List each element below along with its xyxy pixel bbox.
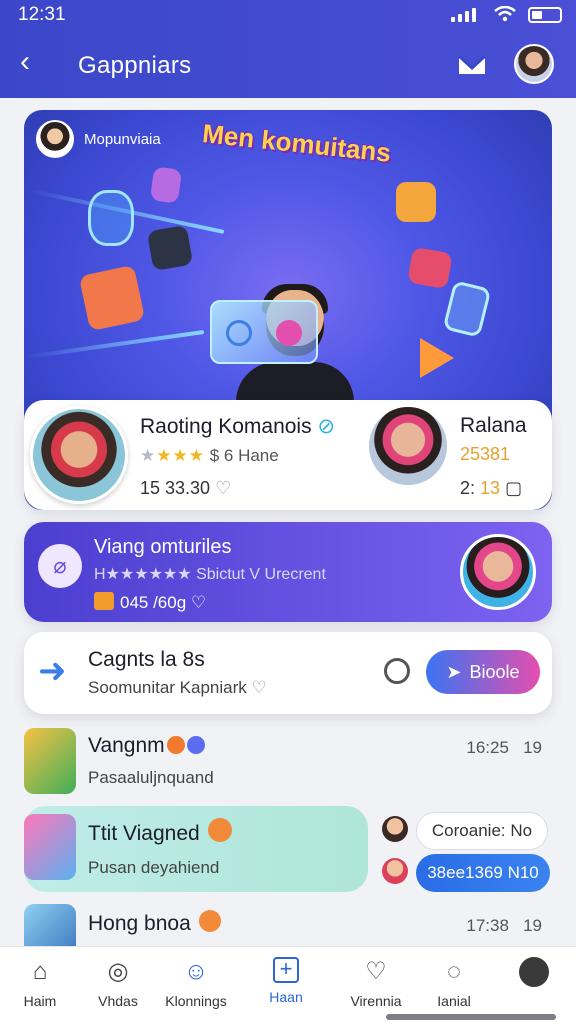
hero-headline: Men komuitans (201, 118, 393, 168)
share-arrow-icon: ➜ (38, 652, 67, 690)
status-pill[interactable]: Coroanie: No (416, 812, 548, 850)
list-thumb (24, 814, 76, 880)
promo-title: Viang omturiles (94, 536, 232, 558)
hero-creator[interactable]: Mopunviaia (36, 120, 161, 158)
triangle-icon (420, 338, 454, 378)
tab-messages[interactable]: ◌ Ianial (414, 957, 494, 1009)
link-icon: ⊘ (317, 415, 336, 438)
mail-icon[interactable] (456, 52, 488, 78)
bag-icon (396, 182, 436, 222)
grid-icon (407, 246, 453, 290)
heart-icon: ♡ (365, 958, 387, 985)
rating-row: ★★★★ $ 6 Hane (140, 446, 279, 465)
profile-avatar[interactable] (514, 44, 554, 84)
link-icon: ⌀ (38, 544, 82, 588)
message-icon: ◌ (446, 958, 462, 985)
code-pill[interactable]: 38ee1369 N10 (416, 854, 550, 892)
second-creator-value: 25381 (460, 444, 511, 464)
promo-avatar[interactable] (460, 534, 536, 610)
second-creator-stat: 2: 13 ▢ (460, 478, 523, 498)
heart-outline-icon[interactable]: ♡ (215, 478, 231, 498)
gift-icon (149, 166, 183, 204)
bird-icon: ➤ (446, 661, 462, 682)
promo-value: 045 /60g ♡ (94, 592, 206, 613)
list-subtitle: Pasaaluljnquand (88, 768, 214, 787)
list-time: 17:38 19 (466, 916, 542, 935)
second-creator-name: Ralana (460, 414, 527, 437)
creator-avatar (36, 120, 74, 158)
nav-bar: ‹ Gappniars (0, 38, 576, 94)
page-title: Gappniars (78, 52, 192, 79)
list-title: Vangnm (88, 734, 205, 758)
gamepad-icon (146, 224, 194, 272)
creator-avatar-large (30, 406, 128, 504)
profile-avatar-icon (519, 957, 549, 987)
comment-icon[interactable]: ▢ (505, 478, 522, 498)
plus-icon: + (273, 957, 299, 983)
wifi-icon (494, 6, 516, 22)
rating-stat: 15 33.30 ♡ (140, 478, 232, 498)
list-item[interactable]: Vangnm Pasaaluljnquand 16:25 19 (0, 728, 576, 808)
status-time: 12:31 (18, 4, 66, 25)
tab-videos[interactable]: ◎ Vhdas (78, 957, 158, 1009)
rating-card[interactable]: Raoting Komanois ⊘ ★★★★ $ 6 Hane 15 33.3… (24, 400, 552, 510)
search-icon[interactable] (384, 658, 410, 684)
phone-icon (442, 280, 492, 338)
promo-subtitle: H★★★★★★ Sbictut V Urecrent (94, 566, 326, 583)
tab-profile[interactable] (494, 957, 574, 993)
creator-name: Mopunviaia (84, 130, 161, 148)
small-avatar (382, 858, 408, 884)
list-title: Ttit Viagned (88, 818, 232, 846)
tab-favorites[interactable]: ♡ Virennia (336, 957, 416, 1009)
action-card[interactable]: ➜ Cagnts la 8s Soomunitar Kapniark ♡ ➤ Bi… (24, 632, 552, 714)
list-subtitle: Pusan deyahiend (88, 858, 220, 877)
bottom-tab-bar: ⌂ Haim ◎ Vhdas ☺ Klonnings + Haan ♡ Virennia … (0, 946, 576, 1024)
home-icon: ⌂ (32, 958, 48, 985)
action-button[interactable]: ➤ Bioole (426, 650, 540, 694)
magnet-icon (88, 190, 134, 246)
tab-home[interactable]: ⌂ Haim (0, 957, 80, 1009)
second-creator-avatar[interactable] (366, 404, 450, 488)
list-thumb (24, 904, 76, 946)
signal-icon (451, 8, 476, 22)
box-icon (94, 592, 114, 610)
camera-icon: ◎ (107, 958, 129, 985)
puzzle-icon (78, 264, 146, 332)
battery-icon (528, 7, 562, 23)
rating-card-name: Raoting Komanois ⊘ (140, 415, 336, 438)
list-item[interactable]: Hong bnoa 17:38 19 (0, 902, 576, 946)
promo-card[interactable]: ⌀ Viang omturiles H★★★★★★ Sbictut V Urec… (24, 522, 552, 622)
top-app-bar: 12:31 ‹ Gappniars (0, 0, 576, 98)
list-thumb (24, 728, 76, 794)
back-arrow-icon[interactable]: ‹ (20, 47, 48, 78)
action-subtitle: Soomunitar Kapniark ♡ (88, 678, 267, 697)
chat-icon: ☺ (183, 958, 209, 985)
heart-outline-icon[interactable]: ♡ (191, 593, 206, 612)
home-indicator (386, 1014, 556, 1020)
small-avatar (382, 816, 408, 842)
hero-tablet (210, 300, 318, 364)
heart-outline-icon: ♡ (251, 678, 267, 697)
action-title: Cagnts la 8s (88, 648, 205, 671)
list-time: 16:25 19 (466, 738, 542, 757)
tab-klonnings[interactable]: ☺ Klonnings (156, 957, 236, 1009)
list-title: Hong bnoa (88, 910, 221, 936)
list-item[interactable]: Ttit Viagned Pusan deyahiend Coroanie: N… (0, 812, 576, 892)
status-bar: 12:31 (0, 0, 576, 30)
tab-create[interactable]: + Haan (246, 957, 326, 1005)
